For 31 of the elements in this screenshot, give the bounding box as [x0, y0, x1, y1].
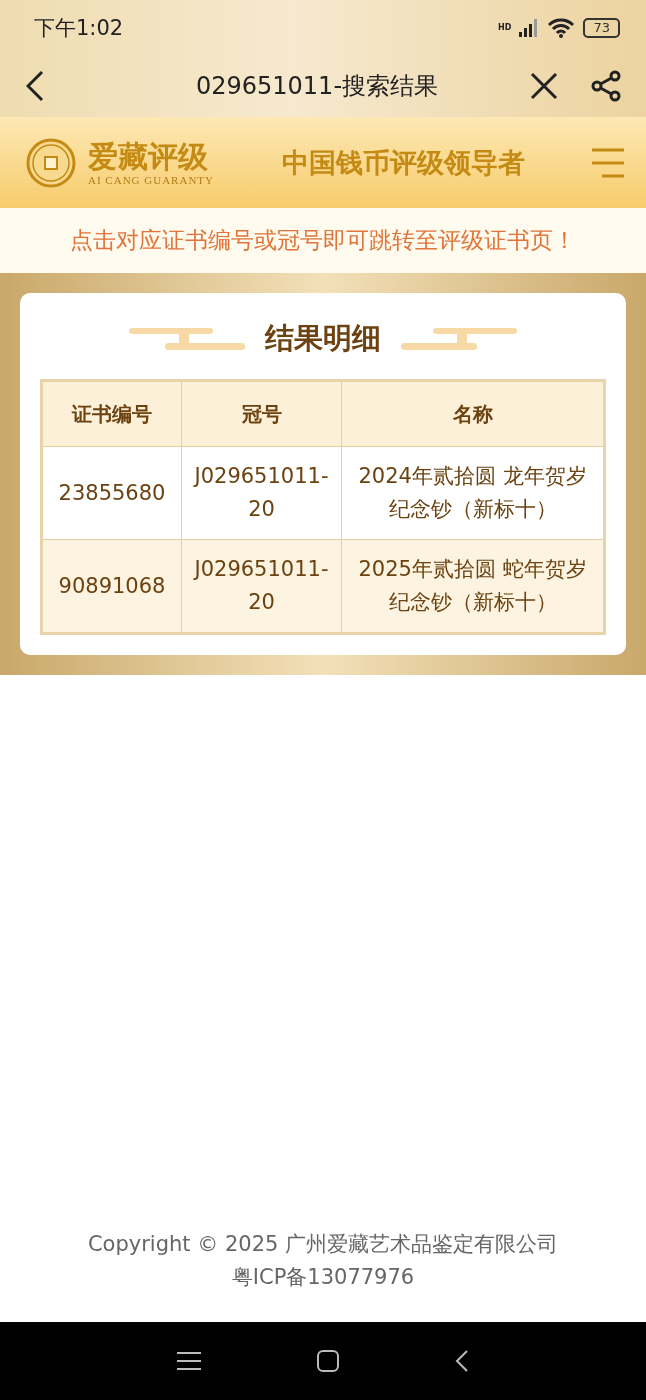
back-icon[interactable] [454, 1349, 469, 1373]
copyright-text: Copyright © 2025 广州爱藏艺术品鉴定有限公司 [87, 1231, 559, 1258]
left-ornament-icon [129, 328, 245, 350]
column-header: 证书编号 [41, 380, 182, 447]
certificate-number-link[interactable]: 90891068 [41, 539, 182, 634]
brand-subtitle: AI CANG GUARANTY [88, 173, 214, 186]
home-icon[interactable] [316, 1349, 340, 1373]
column-header: 名称 [341, 380, 605, 447]
icp-text: 粤ICP备13077976 [231, 1264, 415, 1291]
notice-text: 点击对应证书编号或冠号即可跳转至评级证书页！ [0, 208, 646, 273]
serial-number-link[interactable]: J029651011-20 [181, 539, 342, 634]
coin-logo-icon [26, 137, 76, 188]
item-name-cell: 2024年贰拾圆 龙年贺岁纪念钞（新标十） [341, 446, 605, 540]
item-name-cell: 2025年贰拾圆 蛇年贺岁纪念钞（新标十） [341, 539, 605, 634]
results-title: 结果明细 [265, 320, 381, 357]
battery-level: 73 [583, 17, 620, 38]
brand-name: 爱藏评级 [88, 139, 209, 174]
right-ornament-icon [401, 328, 517, 350]
wifi-icon [547, 17, 576, 38]
share-button[interactable] [590, 70, 622, 102]
page-title: 029651011-搜索结果 [194, 71, 440, 102]
back-button[interactable] [26, 70, 44, 102]
brand-slogan: 中国钱币评级领导者 [280, 145, 526, 180]
close-button[interactable] [530, 72, 558, 100]
network-type: HD [498, 23, 512, 32]
menu-icon[interactable] [177, 1351, 202, 1371]
column-header: 冠号 [181, 380, 342, 447]
status-time: 下午1:02 [34, 14, 124, 42]
signal-icon [519, 18, 540, 37]
certificate-number-link[interactable]: 23855680 [41, 446, 182, 540]
serial-number-link[interactable]: J029651011-20 [181, 446, 342, 540]
